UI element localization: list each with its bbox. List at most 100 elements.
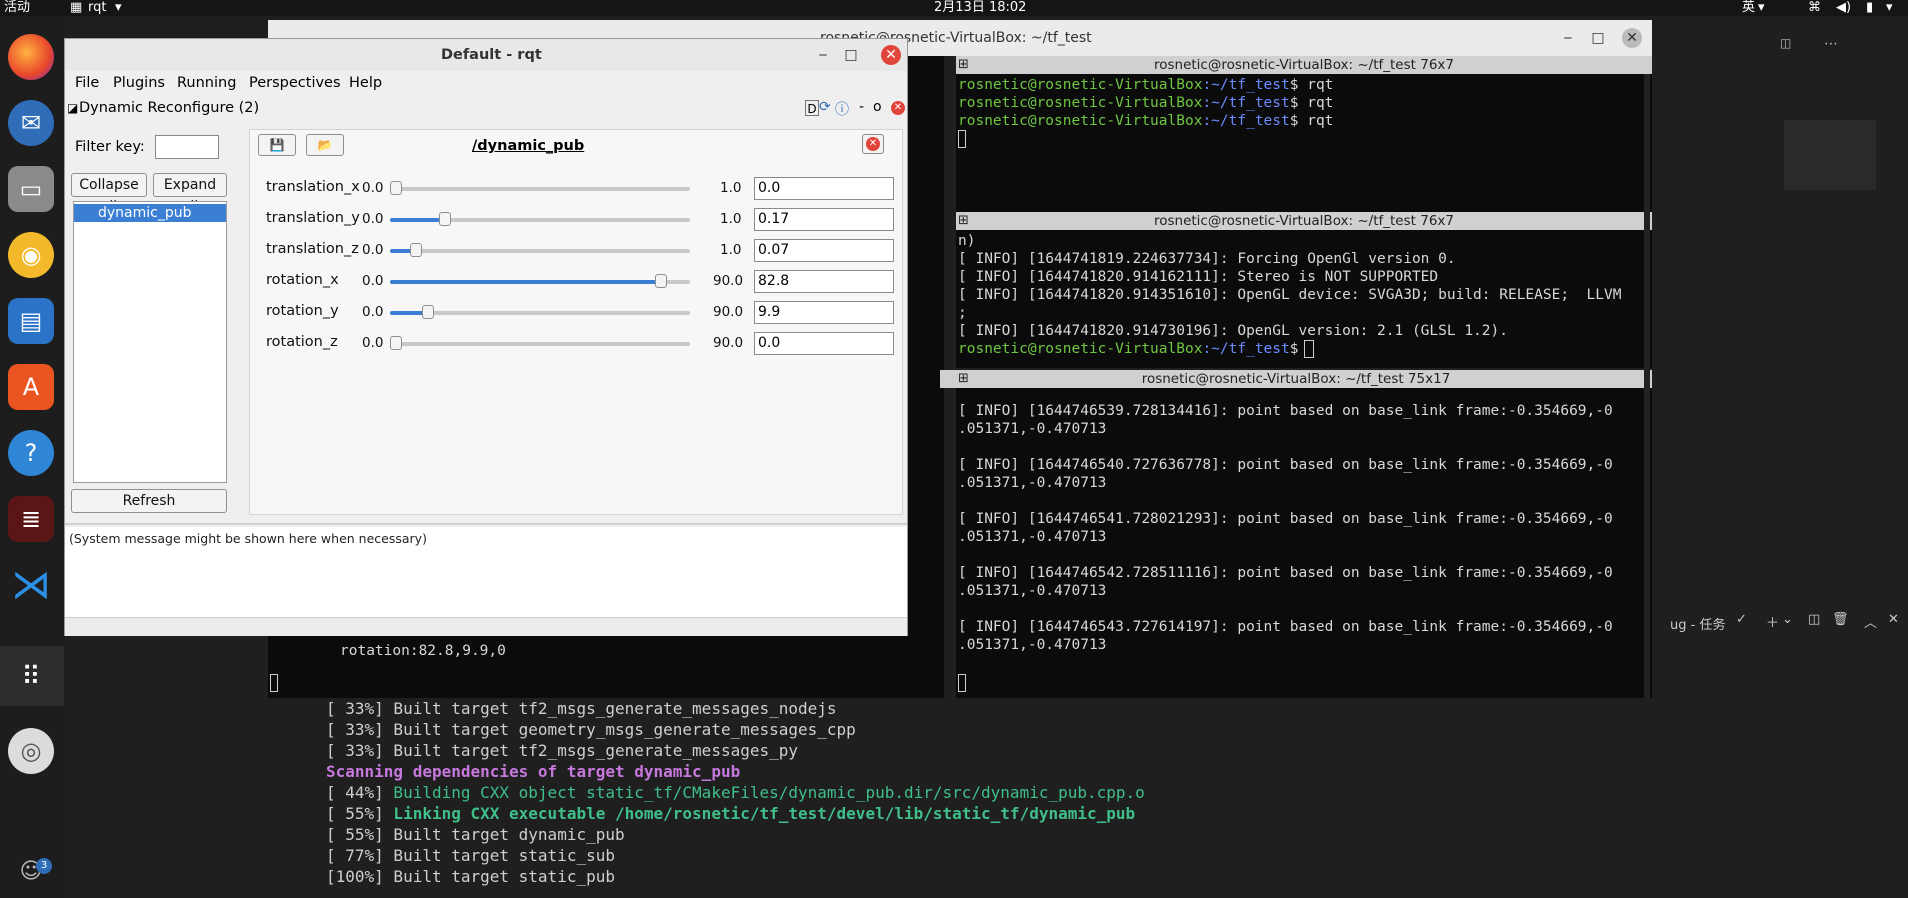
- battery-icon[interactable]: ▮: [1866, 0, 1873, 15]
- tab-icon[interactable]: ⊞: [958, 213, 969, 228]
- slider-fill: [390, 280, 661, 284]
- filter-label: Filter key:: [75, 139, 145, 155]
- panel-toolbar: ug - 任务 ✓ ＋ ⌄ ◫ 🗑 ︿ ✕: [1658, 612, 1908, 636]
- files-icon[interactable]: ▭: [8, 166, 54, 212]
- split-terminal-icon[interactable]: ◫: [1808, 612, 1820, 627]
- param-max: 90.0: [713, 273, 744, 289]
- volume-icon[interactable]: ◀): [1836, 0, 1851, 15]
- tab-icon[interactable]: ⊞: [958, 57, 969, 72]
- param-row-translation-z: translation_z 0.0 1.0 0.07: [250, 238, 900, 264]
- slider-handle[interactable]: [655, 274, 667, 288]
- menu-running[interactable]: Running: [177, 75, 236, 91]
- menu-file[interactable]: File: [75, 75, 99, 91]
- add-terminal-icon[interactable]: ＋: [1766, 612, 1779, 631]
- maximize-button[interactable]: □: [841, 45, 861, 65]
- param-value-input[interactable]: 82.8: [754, 270, 894, 293]
- more-icon[interactable]: ⋯: [1824, 36, 1838, 52]
- param-min: 0.0: [362, 304, 384, 320]
- open-folder-icon[interactable]: 📂: [306, 134, 344, 156]
- vscode-icon[interactable]: ⋊: [8, 562, 54, 608]
- prompt-user: rosnetic@rosnetic-VirtualBox: [958, 341, 1203, 357]
- slider-handle[interactable]: [422, 305, 434, 319]
- terminal1[interactable]: rosnetic@rosnetic-VirtualBox:~/tf_test$ …: [956, 74, 1652, 212]
- terminal-line: n): [958, 233, 976, 249]
- slider-handle[interactable]: [390, 336, 402, 350]
- minimize-button[interactable]: ‒: [1558, 28, 1578, 48]
- minimize-button[interactable]: ‒: [813, 45, 833, 65]
- menu-help[interactable]: Help: [349, 75, 382, 91]
- log-line-cont: .051371,-0.470713: [958, 475, 1107, 491]
- param-row-translation-y: translation_y 0.0 1.0 0.17: [250, 207, 900, 233]
- terminal3[interactable]: [ INFO] [1644746539.728134416]: point ba…: [956, 388, 1652, 698]
- menu-perspectives[interactable]: Perspectives: [249, 75, 341, 91]
- refresh-button[interactable]: Refresh: [71, 489, 227, 513]
- collapse-all-button[interactable]: Collapse all: [71, 173, 147, 215]
- expand-all-button[interactable]: Expand all: [153, 173, 227, 215]
- slider-handle[interactable]: [410, 243, 422, 257]
- close-button[interactable]: ✕: [1622, 28, 1642, 48]
- splitter-handle[interactable]: [65, 523, 907, 525]
- disc-icon[interactable]: ◎: [8, 728, 54, 774]
- param-min: 0.0: [362, 180, 384, 196]
- param-slider[interactable]: [390, 274, 690, 288]
- help-icon[interactable]: ?: [8, 430, 54, 476]
- writer-icon[interactable]: ▤: [8, 298, 54, 344]
- filter-input[interactable]: [155, 135, 219, 159]
- close-plugin-icon[interactable]: ✕: [891, 101, 905, 115]
- activities-button[interactable]: 活动: [4, 0, 30, 15]
- help-icon[interactable]: ⓘ: [835, 99, 849, 119]
- plugin-d-button[interactable]: D: [805, 100, 819, 116]
- param-slider[interactable]: [390, 305, 690, 319]
- param-slider[interactable]: [390, 212, 690, 226]
- network-icon[interactable]: ⌘: [1808, 0, 1821, 15]
- minimize-plugin-icon[interactable]: -: [859, 99, 864, 115]
- reload-icon[interactable]: ⟳: [819, 99, 831, 115]
- prompt-user: rosnetic@rosnetic-VirtualBox: [958, 113, 1203, 129]
- terminal2[interactable]: n) [ INFO] [1644741819.224637734]: Forcin…: [956, 230, 1652, 368]
- software-icon[interactable]: A: [8, 364, 54, 410]
- param-label: rotation_x: [266, 272, 339, 288]
- thunderbird-icon[interactable]: ✉: [8, 100, 54, 146]
- rqt-titlebar[interactable]: Default - rqt ‒ □ ✕: [65, 39, 907, 71]
- bg-terminal-left-bottom[interactable]: rotation:82.8,9.9,0: [268, 638, 944, 698]
- terminal-scrollbar[interactable]: [1644, 74, 1650, 698]
- trash-icon[interactable]: 🗑: [1832, 612, 1849, 627]
- show-apps-icon[interactable]: ⠿: [8, 654, 54, 700]
- param-value-input[interactable]: 0.0: [754, 177, 894, 200]
- slider-fill: [390, 218, 445, 222]
- save-icon[interactable]: 💾: [258, 134, 296, 156]
- app-menu[interactable]: rqt: [88, 0, 106, 15]
- tab-icon[interactable]: ⊞: [958, 371, 969, 386]
- check-icon[interactable]: ✓: [1736, 612, 1747, 627]
- input-method[interactable]: 英: [1742, 0, 1755, 15]
- clock[interactable]: 2月13日 18:02: [934, 0, 1026, 15]
- tree-item-dynamic-pub[interactable]: dynamic_pub: [74, 204, 226, 222]
- chevron-down-icon[interactable]: ▾: [1886, 0, 1893, 15]
- menu-plugins[interactable]: Plugins: [113, 75, 165, 91]
- close-button[interactable]: ✕: [881, 45, 901, 65]
- chevron-up-icon[interactable]: ︿: [1864, 612, 1877, 631]
- param-value-input[interactable]: 0.07: [754, 239, 894, 262]
- param-value-input[interactable]: 0.0: [754, 332, 894, 355]
- slider-handle[interactable]: [439, 212, 451, 226]
- param-slider[interactable]: [390, 181, 690, 195]
- build-percent: [100%]: [326, 867, 384, 886]
- build-line: [ 33%] Built target tf2_msgs_generate_me…: [326, 740, 798, 761]
- terminal-icon[interactable]: ≣: [8, 496, 54, 542]
- param-slider[interactable]: [390, 336, 690, 350]
- close-node-button[interactable]: ✕: [862, 134, 884, 154]
- terminal2-title: rosnetic@rosnetic-VirtualBox: ~/tf_test …: [956, 212, 1652, 230]
- param-value-input[interactable]: 0.17: [754, 208, 894, 231]
- split-editor-icon[interactable]: ◫: [1780, 36, 1794, 50]
- slider-handle[interactable]: [390, 181, 402, 195]
- close-icon[interactable]: ✕: [1888, 612, 1899, 627]
- rhythmbox-icon[interactable]: ◉: [8, 232, 54, 278]
- firefox-icon[interactable]: [8, 34, 54, 80]
- param-slider[interactable]: [390, 243, 690, 257]
- chevron-down-icon[interactable]: ⌄: [1782, 612, 1793, 627]
- maximize-button[interactable]: □: [1588, 28, 1608, 48]
- build-text: Scanning dependencies of target dynamic_…: [326, 762, 741, 781]
- build-percent: [ 33%]: [326, 720, 384, 739]
- float-plugin-icon[interactable]: o: [873, 99, 882, 115]
- param-value-input[interactable]: 9.9: [754, 301, 894, 324]
